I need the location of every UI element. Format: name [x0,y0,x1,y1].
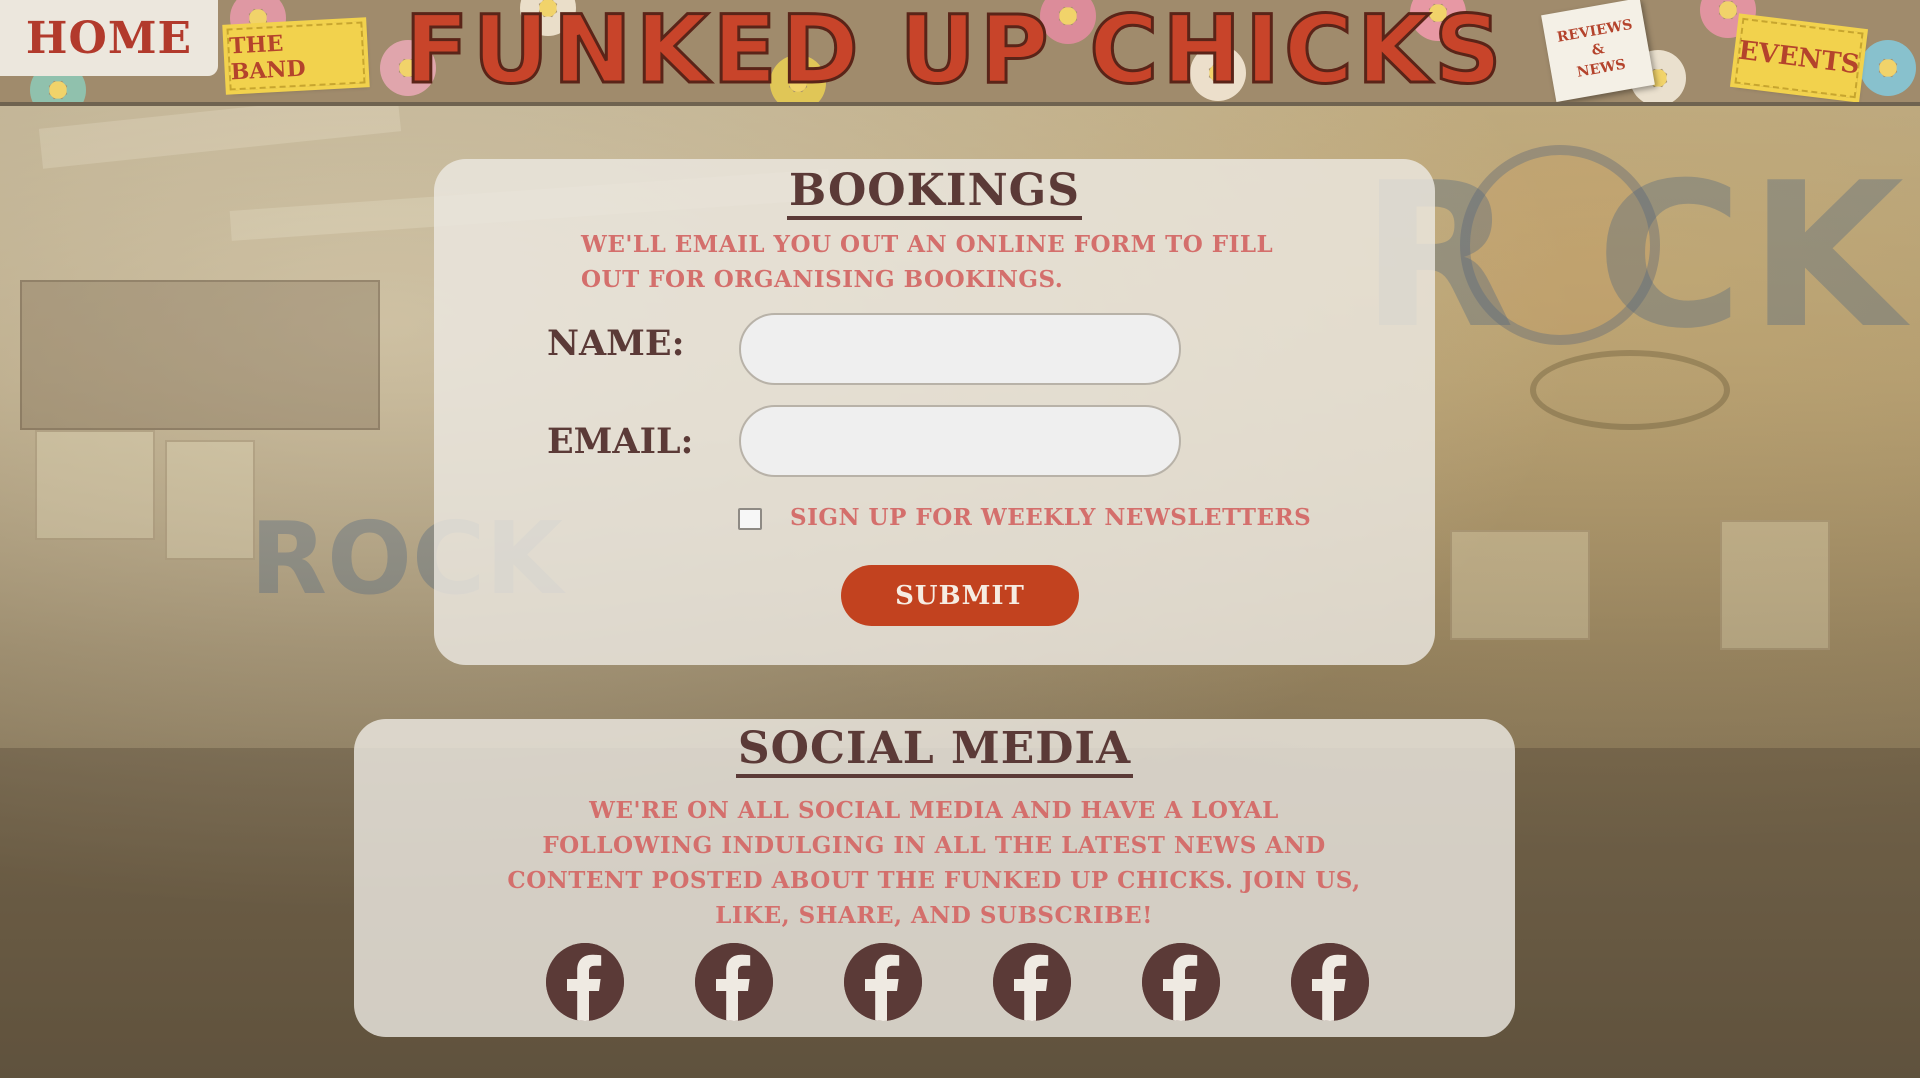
bookings-panel: Bookings We'll email you out an online f… [434,159,1435,665]
email-label: Email: [547,421,694,462]
nav-reviews-news[interactable]: Reviews & News [1541,0,1655,102]
nav-ampersand: & [1590,40,1606,59]
facebook-icon[interactable] [1142,943,1220,1021]
bookings-title-text: Bookings [786,165,1083,220]
top-nav-bar: Home The Band Funked Up Chicks Reviews &… [0,0,1920,106]
nav-news-label: News [1575,56,1627,81]
name-input[interactable] [739,313,1181,385]
social-media-panel: Social Media We're on all social media a… [354,719,1515,1037]
facebook-icon[interactable] [695,943,773,1021]
facebook-icon[interactable] [1291,943,1369,1021]
site-title: Funked Up Chicks [403,0,1506,105]
facebook-icon[interactable] [993,943,1071,1021]
facebook-icon[interactable] [546,943,624,1021]
nav-the-band-ticket[interactable]: The Band [222,17,370,95]
nav-events-ticket[interactable]: Events [1730,12,1868,102]
submit-button[interactable]: Submit [841,565,1079,626]
social-media-title: Social Media [354,723,1515,778]
social-icons-row [546,943,1370,1023]
bookings-description: We'll email you out an online form to fi… [581,231,1274,293]
social-media-title-text: Social Media [735,723,1134,778]
bookings-title: Bookings [434,165,1435,220]
newsletter-label[interactable]: Sign up for weekly newsletters [790,504,1311,531]
flower-decoration [1860,40,1916,96]
nav-home[interactable]: Home [0,0,218,76]
facebook-icon[interactable] [844,943,922,1021]
social-media-description: We're on all social media and have a loy… [507,797,1361,929]
newsletter-checkbox[interactable] [738,508,762,530]
email-input[interactable] [739,405,1181,477]
name-label: Name: [547,323,685,364]
